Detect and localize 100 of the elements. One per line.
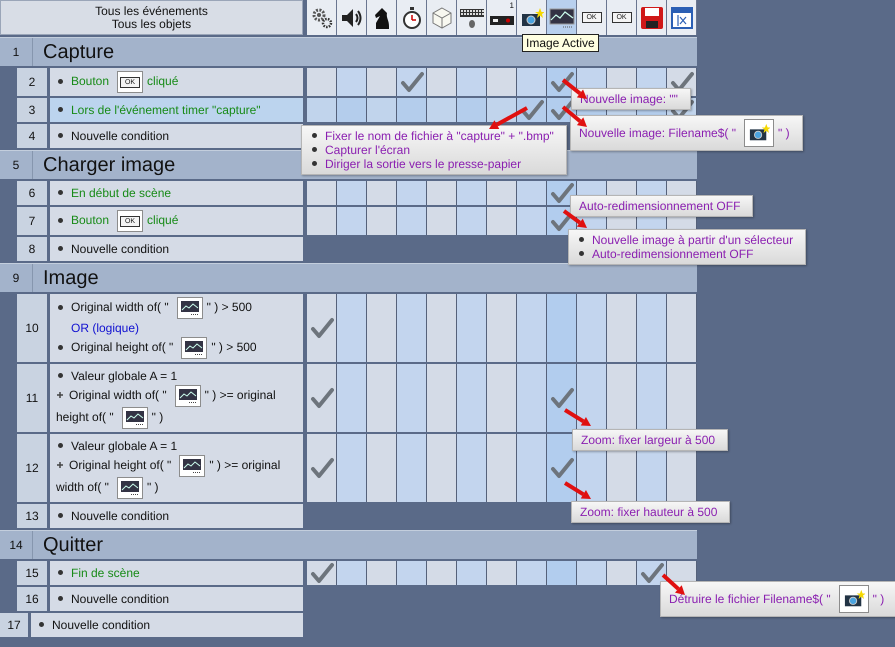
event-grid-cell[interactable] [517,181,547,205]
event-grid-cell[interactable] [337,364,367,432]
event-grid-cell[interactable] [337,98,367,122]
event-grid-cell[interactable] [637,294,667,362]
new-condition-cell[interactable]: Nouvelle condition [50,504,303,528]
event-grid-cell[interactable] [307,98,337,122]
event-grid-cell[interactable] [397,364,427,432]
group-bar[interactable]: 14 Quitter [0,530,697,559]
event-grid-cell[interactable] [487,98,517,122]
event-grid-cell[interactable] [607,294,637,362]
event-grid-cell[interactable] [517,364,547,432]
event-grid-cell[interactable] [487,364,517,432]
event-grid-cell[interactable] [577,561,607,585]
object-column-header[interactable] [547,0,577,35]
event-grid-cell[interactable] [457,561,487,585]
event-grid-cell[interactable] [427,98,457,122]
object-column-header[interactable] [457,0,487,35]
event-grid-cell[interactable] [547,294,577,362]
condition-cell[interactable]: Valeur globale A = 1 Original height of( " " ) >= original width of( " " ) [50,434,303,502]
condition-cell[interactable]: Valeur globale A = 1 Original width of( " " ) >= original height of( " " ) [50,364,303,432]
object-column-header[interactable] [517,0,547,35]
event-grid-cell[interactable] [397,181,427,205]
event-grid-cell[interactable] [307,294,337,362]
event-grid-cell[interactable] [307,68,337,96]
event-grid-cell[interactable] [367,98,397,122]
event-grid-cell[interactable] [397,207,427,235]
event-grid-cell[interactable] [487,207,517,235]
event-grid-cell[interactable] [637,364,667,432]
object-column-header[interactable] [337,0,367,35]
event-grid-cell[interactable] [397,98,427,122]
event-grid-cell[interactable] [547,434,577,502]
event-grid-cell[interactable] [397,434,427,502]
new-condition-cell[interactable]: Nouvelle condition [50,237,303,261]
event-grid-cell[interactable] [577,364,607,432]
event-grid-cell[interactable] [427,181,457,205]
event-grid-cell[interactable] [427,207,457,235]
event-grid-cell[interactable] [397,561,427,585]
event-grid-cell[interactable] [367,561,397,585]
event-grid-cell[interactable] [487,434,517,502]
event-grid-cell[interactable] [427,68,457,96]
object-column-header[interactable] [307,0,337,35]
object-column-header[interactable] [667,0,697,35]
event-grid-cell[interactable] [307,364,337,432]
event-grid-cell[interactable] [577,294,607,362]
event-grid-cell[interactable] [667,364,697,432]
picture-icon[interactable] [548,6,574,30]
event-grid-cell[interactable] [517,68,547,96]
event-grid-cell[interactable] [427,294,457,362]
condition-cell[interactable]: Original width of( " " ) > 500 OR (logique) Original height of( " " ) > 500 [50,294,303,362]
event-grid-cell[interactable] [607,364,637,432]
event-grid-cell[interactable] [517,561,547,585]
event-grid-cell[interactable] [337,68,367,96]
event-grid-cell[interactable] [367,364,397,432]
event-grid-cell[interactable] [367,294,397,362]
event-grid-cell[interactable] [517,294,547,362]
event-grid-cell[interactable] [547,364,577,432]
event-grid-cell[interactable] [337,181,367,205]
event-grid-cell[interactable] [307,207,337,235]
event-grid-cell[interactable] [397,294,427,362]
event-grid-cell[interactable] [457,434,487,502]
event-grid-cell[interactable] [667,294,697,362]
event-grid-cell[interactable] [487,294,517,362]
event-grid-cell[interactable] [427,364,457,432]
event-grid-cell[interactable] [367,434,397,502]
event-grid-cell[interactable] [457,364,487,432]
table-icon[interactable] [670,6,694,30]
event-grid-cell[interactable] [307,181,337,205]
event-grid-cell[interactable] [337,207,367,235]
event-grid-cell[interactable] [337,434,367,502]
object-column-header[interactable] [367,0,397,35]
cube-icon[interactable] [430,6,454,30]
event-grid-cell[interactable] [487,181,517,205]
event-grid-cell[interactable] [307,561,337,585]
event-grid-cell[interactable] [457,181,487,205]
event-grid-cell[interactable] [397,68,427,96]
event-grid-cell[interactable] [517,98,547,122]
event-grid-cell[interactable] [607,561,637,585]
gears-icon[interactable] [310,6,334,30]
event-grid-cell[interactable] [307,434,337,502]
event-grid-cell[interactable] [487,561,517,585]
new-condition-cell[interactable]: Nouvelle condition [31,613,303,637]
object-column-header[interactable] [397,0,427,35]
event-grid-cell[interactable] [457,294,487,362]
event-grid-cell[interactable] [457,207,487,235]
object-column-header[interactable]: 1 [487,0,517,35]
new-condition-cell[interactable]: Nouvelle condition [50,587,303,611]
event-grid-cell[interactable] [457,98,487,122]
object-column-header[interactable] [637,0,667,35]
event-grid-cell[interactable] [547,561,577,585]
event-grid-cell[interactable] [637,561,667,585]
event-grid-cell[interactable] [457,68,487,96]
event-grid-cell[interactable] [517,207,547,235]
event-grid-cell[interactable] [367,68,397,96]
group-bar[interactable]: 9 Image [0,263,697,292]
event-grid-cell[interactable] [517,434,547,502]
event-grid-cell[interactable] [547,181,577,205]
event-grid-cell[interactable] [487,68,517,96]
event-grid-cell[interactable] [427,434,457,502]
new-condition-cell[interactable]: Nouvelle condition [50,124,303,148]
event-grid-cell[interactable] [337,561,367,585]
